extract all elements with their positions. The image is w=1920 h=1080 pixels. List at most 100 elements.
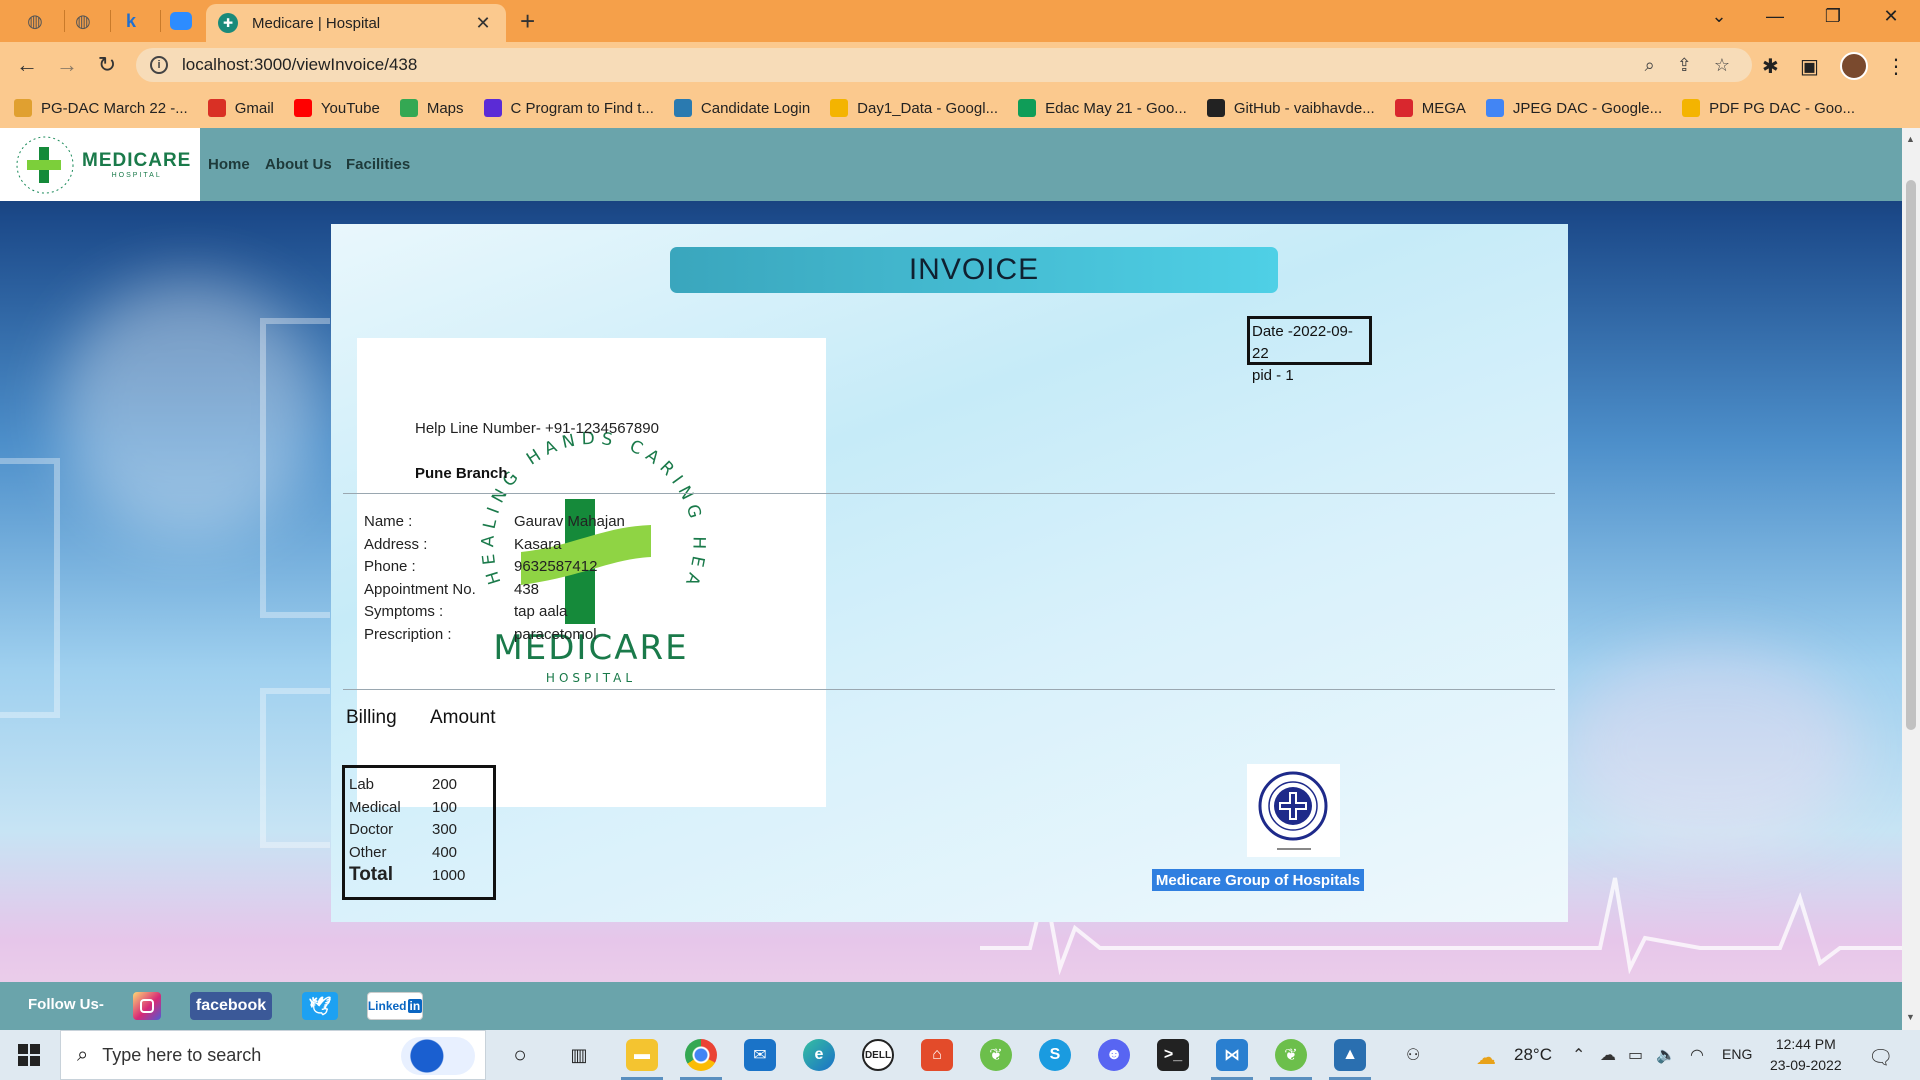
volume-icon[interactable]: 🔈 [1656, 1045, 1676, 1065]
system-clock[interactable]: 12:44 PM 23-09-2022 [1770, 1034, 1842, 1076]
billing-header: Billing [346, 707, 397, 728]
bookmark-item[interactable]: JPEG DAC - Google... [1485, 99, 1662, 117]
invoice-card: INVOICE Date -2022-09-22 pid - 1 HEALING… [331, 224, 1568, 922]
bookmark-item[interactable]: GitHub - vaibhavde... [1206, 99, 1375, 117]
side-panel-icon[interactable]: ▣ [1800, 54, 1819, 79]
bookmark-star-icon[interactable]: ☆ [1714, 55, 1730, 76]
bill-amount: 200 [432, 776, 458, 793]
bookmark-item[interactable]: Candidate Login [673, 99, 811, 117]
address-bar[interactable]: i localhost:3000/viewInvoice/438 ⌕ ⇪ ☆ [136, 48, 1752, 82]
bookmark-label: PDF PG DAC - Goo... [1709, 99, 1855, 117]
address-toolbar: ← → ↻ i localhost:3000/viewInvoice/438 ⌕… [0, 42, 1920, 88]
onedrive-icon[interactable]: ☁ [1600, 1045, 1616, 1065]
divider-line [343, 689, 1555, 690]
tab-medicare[interactable]: ✚ Medicare | Hospital ✕ [206, 4, 506, 42]
background-glow [1560, 648, 1860, 848]
clock-date: 23-09-2022 [1770, 1057, 1842, 1073]
taskbar-search[interactable]: ⌕ Type here to search [60, 1030, 486, 1080]
bookmark-favicon-icon [1394, 99, 1413, 117]
bill-item: Lab [349, 776, 375, 793]
spring-tool-icon[interactable]: ❦ [980, 1039, 1012, 1071]
edge-icon[interactable]: e [803, 1039, 835, 1071]
bookmark-item[interactable]: PG-DAC March 22 -... [14, 99, 188, 117]
bill-amount: 100 [432, 798, 458, 816]
show-hidden-icons[interactable]: ⌃ [1572, 1045, 1585, 1065]
bookmark-item[interactable]: Gmail [207, 99, 274, 117]
vscode-icon[interactable]: ⋈ [1216, 1039, 1248, 1071]
extensions-icon[interactable]: ✱ [1762, 54, 1779, 79]
bookmark-label: Candidate Login [700, 99, 811, 117]
bookmark-item[interactable]: MEGA [1394, 99, 1466, 117]
new-tab-button[interactable]: + [520, 8, 535, 34]
bill-amount: 400 [432, 843, 458, 861]
page-scrollbar[interactable]: ▲ ▼ [1902, 128, 1920, 1030]
weather-icon[interactable]: ☁ [1476, 1045, 1496, 1070]
bookmark-item[interactable]: Maps [399, 99, 464, 117]
bookmark-label: PG-DAC March 22 -... [41, 99, 188, 117]
medicare-cross-logo-icon [10, 133, 80, 197]
terminal-icon[interactable]: >_ [1157, 1039, 1189, 1071]
amount-header: Amount [430, 707, 496, 728]
skype-icon[interactable]: S [1039, 1039, 1071, 1071]
tab-search-icon[interactable]: ⌄ [1704, 6, 1734, 27]
windows-start-icon[interactable] [18, 1044, 40, 1066]
scrollbar-thumb[interactable] [1906, 180, 1916, 730]
nav-link-home[interactable]: Home [208, 156, 250, 173]
bookmark-item[interactable]: C Program to Find t... [483, 99, 654, 117]
facebook-link[interactable]: facebook [190, 992, 272, 1020]
share-icon[interactable]: ⇪ [1677, 55, 1692, 76]
pinned-tab-3[interactable]: k [118, 8, 144, 34]
site-brand-name: MEDICARE [82, 150, 192, 171]
chrome-icon[interactable] [685, 1039, 717, 1071]
minimize-button[interactable]: — [1760, 6, 1790, 27]
profile-avatar[interactable] [1840, 52, 1868, 80]
restore-button[interactable]: ❐ [1818, 6, 1848, 27]
patient-field-label: Name : [364, 513, 413, 530]
scroll-down-icon[interactable]: ▼ [1906, 1012, 1915, 1022]
bookmark-item[interactable]: PDF PG DAC - Goo... [1682, 99, 1855, 117]
zoom-icon[interactable]: ⌕ [1645, 55, 1655, 76]
bookmark-favicon-icon [1206, 99, 1225, 117]
patient-field-value: 438 [514, 580, 540, 598]
bookmark-item[interactable]: Edac May 21 - Goo... [1018, 99, 1187, 117]
reload-button[interactable]: ↻ [92, 52, 122, 78]
bookmark-favicon-icon [399, 99, 418, 117]
bookmark-favicon-icon [14, 99, 32, 117]
close-window-button[interactable]: ✕ [1876, 6, 1906, 27]
instagram-icon[interactable] [133, 992, 161, 1020]
menu-kebab-icon[interactable]: ⋮ [1886, 54, 1906, 79]
twitter-icon[interactable]: 🕊 [302, 992, 338, 1020]
office-icon[interactable]: ⌂ [921, 1039, 953, 1071]
pinned-tab-1[interactable]: ◍ [22, 8, 48, 34]
patient-field-label: Phone : [364, 558, 416, 576]
pinned-tab-2[interactable]: ◍ [70, 8, 96, 34]
bill-table: Lab 200 Medical 100 Doctor 300 Other 400 Total … [342, 765, 496, 900]
mail-icon[interactable]: ✉ [744, 1039, 776, 1071]
task-view-icon[interactable]: ▥ [563, 1039, 595, 1071]
input-language[interactable]: ENG [1722, 1046, 1752, 1062]
scroll-up-icon[interactable]: ▲ [1906, 134, 1915, 144]
linkedin-link[interactable]: Linked in [367, 992, 423, 1020]
close-tab-icon[interactable]: ✕ [472, 13, 494, 34]
pinned-tab-4[interactable] [168, 8, 194, 34]
notification-icon[interactable]: 🗨 [1868, 1045, 1893, 1070]
file-explorer-icon[interactable]: ▬ [626, 1039, 658, 1071]
spring-tool-icon-2[interactable]: ❦ [1275, 1039, 1307, 1071]
bookmark-item[interactable]: YouTube [293, 99, 380, 117]
back-button[interactable]: ← [12, 52, 42, 78]
photos-icon[interactable]: ▲ [1334, 1039, 1366, 1071]
wifi-icon[interactable]: ◠ [1690, 1045, 1704, 1065]
bill-total-amount: 1000 [432, 867, 466, 884]
site-logo[interactable]: MEDICARE HOSPITAL [0, 128, 200, 201]
forward-button[interactable]: → [52, 52, 82, 78]
cortana-icon[interactable]: ○ [504, 1039, 536, 1071]
nav-link-about-us[interactable]: About Us [265, 156, 332, 173]
site-info-icon[interactable]: i [150, 56, 168, 74]
bookmark-item[interactable]: Day1_Data - Googl... [830, 99, 998, 117]
people-icon[interactable]: ⚇ [1406, 1045, 1420, 1065]
weather-temperature[interactable]: 28°C [1514, 1045, 1552, 1065]
dell-icon[interactable]: DELL [862, 1039, 894, 1071]
battery-icon[interactable]: ▭ [1628, 1045, 1643, 1065]
nav-link-facilities[interactable]: Facilities [346, 156, 410, 173]
discord-icon[interactable]: ☻ [1098, 1039, 1130, 1071]
